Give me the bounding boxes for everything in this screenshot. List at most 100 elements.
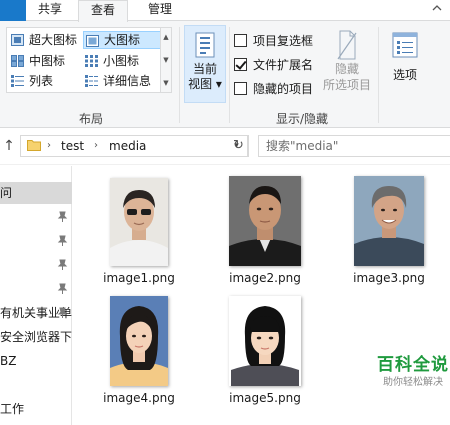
breadcrumb-chevron-icon[interactable]: › bbox=[47, 136, 51, 156]
nav-item-label: 工作 bbox=[0, 402, 25, 416]
file-extensions-toggle[interactable]: 文件扩展名 bbox=[234, 55, 313, 75]
layout-gallery: 超大图标 大图标 中图标 小图标 列表 详细信息 ▲ ▼ ▼ bbox=[6, 27, 172, 93]
hide-selected-label-2: 所选项目 bbox=[322, 78, 371, 92]
medium-icons-icon bbox=[11, 55, 24, 67]
checkbox-file-extensions[interactable] bbox=[234, 58, 247, 71]
current-view-button[interactable]: 当前 视图 ▾ bbox=[184, 25, 226, 103]
address-bar[interactable]: › test › media ▾ bbox=[20, 135, 248, 157]
image-thumbnail bbox=[110, 178, 168, 266]
watermark-logo: 百科全说 助你轻松解决 bbox=[373, 354, 450, 390]
pin-icon[interactable] bbox=[57, 307, 68, 319]
file-name: image3.png bbox=[353, 271, 425, 285]
nav-item[interactable]: 安全浏览器下载 bbox=[0, 326, 72, 348]
sort-by-icon bbox=[195, 32, 215, 58]
layout-details[interactable]: 详细信息 bbox=[83, 72, 161, 90]
nav-item[interactable] bbox=[0, 374, 72, 396]
item-checkboxes-toggle[interactable]: 项目复选框 bbox=[234, 31, 313, 51]
layout-label: 大图标 bbox=[104, 33, 141, 47]
nav-item[interactable]: BZ bbox=[0, 350, 72, 372]
layout-label: 超大图标 bbox=[29, 33, 78, 47]
nav-item[interactable] bbox=[0, 230, 72, 252]
watermark-subtitle: 助你轻松解决 bbox=[383, 377, 443, 388]
file-item[interactable]: image3.png bbox=[339, 174, 439, 285]
gallery-expand-icon[interactable]: ▼ bbox=[161, 78, 171, 88]
refresh-icon[interactable]: ↻ bbox=[229, 135, 249, 157]
layout-label: 中图标 bbox=[29, 54, 66, 68]
navigation-pane: 问 有机关事业单 安全浏览器下载 BZ 工作 bbox=[0, 166, 72, 425]
breadcrumb-media[interactable]: media bbox=[109, 136, 146, 156]
pin-icon[interactable] bbox=[57, 211, 68, 223]
portrait-photo-icon bbox=[354, 176, 424, 266]
hide-selected-label-1: 隐藏 bbox=[334, 62, 359, 76]
nav-item-label: 安全浏览器下载 bbox=[0, 330, 72, 344]
pin-icon[interactable] bbox=[57, 283, 68, 295]
portrait-photo-icon bbox=[229, 296, 301, 386]
file-item[interactable]: image2.png bbox=[215, 174, 315, 285]
options-button[interactable]: 选项 bbox=[384, 29, 426, 103]
layout-group-label: 布局 bbox=[78, 112, 103, 126]
pin-icon[interactable] bbox=[57, 259, 68, 271]
search-input[interactable] bbox=[259, 136, 447, 156]
ribbon-divider bbox=[378, 27, 379, 123]
ribbon-divider bbox=[179, 27, 180, 123]
scroll-down-icon[interactable]: ▼ bbox=[161, 55, 171, 65]
file-name: image5.png bbox=[229, 391, 301, 405]
breadcrumb-chevron-icon[interactable]: › bbox=[94, 136, 98, 156]
nav-item[interactable] bbox=[0, 278, 72, 300]
list-view-icon bbox=[11, 75, 24, 87]
ribbon-tab-bar: 共享 查看 管理 bbox=[0, 0, 450, 22]
file-name: image2.png bbox=[229, 271, 301, 285]
file-name: image1.png bbox=[103, 271, 175, 285]
checkbox-hidden-items[interactable] bbox=[234, 82, 247, 95]
file-list: image1.png image2.png image3.png image4.… bbox=[73, 166, 450, 425]
image-thumbnail bbox=[229, 296, 301, 386]
layout-extra-large-icons[interactable]: 超大图标 bbox=[9, 31, 83, 49]
large-icons-icon bbox=[86, 35, 99, 47]
scroll-up-icon[interactable]: ▲ bbox=[161, 32, 171, 42]
nav-item[interactable]: 有机关事业单 bbox=[0, 302, 72, 324]
portrait-photo-icon bbox=[110, 296, 168, 386]
nav-item[interactable]: 问 bbox=[0, 182, 72, 204]
tab-view[interactable]: 查看 bbox=[78, 0, 128, 22]
image-thumbnail bbox=[229, 176, 301, 266]
hide-selected-items-button[interactable]: 隐藏 所选项目 bbox=[320, 29, 374, 103]
checkbox-item-checkboxes[interactable] bbox=[234, 34, 247, 47]
file-item[interactable]: image4.png bbox=[89, 292, 189, 405]
file-item[interactable]: image1.png bbox=[89, 174, 189, 285]
tab-manage[interactable]: 管理 bbox=[138, 0, 182, 21]
layout-large-icons[interactable]: 大图标 bbox=[83, 31, 161, 49]
breadcrumb-test[interactable]: test bbox=[61, 136, 84, 156]
folder-options-icon bbox=[392, 32, 418, 58]
checkbox-label: 文件扩展名 bbox=[253, 58, 314, 72]
image-thumbnail bbox=[110, 296, 168, 386]
nav-item-label: 问 bbox=[0, 186, 13, 200]
pin-icon[interactable] bbox=[57, 235, 68, 247]
tab-file[interactable] bbox=[0, 0, 26, 21]
ribbon-collapse-chevron-icon[interactable] bbox=[430, 2, 444, 16]
options-label: 选项 bbox=[392, 68, 417, 82]
nav-item[interactable] bbox=[0, 206, 72, 228]
nav-item[interactable] bbox=[0, 254, 72, 276]
hidden-items-toggle[interactable]: 隐藏的项目 bbox=[234, 79, 313, 99]
layout-gallery-scroller[interactable]: ▲ ▼ ▼ bbox=[160, 28, 171, 92]
portrait-photo-icon bbox=[110, 178, 168, 266]
watermark-title: 百科全说 bbox=[377, 355, 449, 375]
checkbox-label: 项目复选框 bbox=[253, 34, 314, 48]
image-thumbnail bbox=[354, 176, 424, 266]
layout-list[interactable]: 列表 bbox=[9, 72, 83, 90]
ribbon-panel: 超大图标 大图标 中图标 小图标 列表 详细信息 ▲ ▼ ▼ 布局 当前 视图 … bbox=[0, 21, 450, 128]
layout-label: 小图标 bbox=[103, 54, 140, 68]
current-view-label-1: 当前 bbox=[192, 62, 217, 76]
search-box[interactable] bbox=[258, 135, 450, 157]
address-toolbar: ↑ › test › media ▾ ↻ bbox=[0, 129, 450, 165]
up-arrow-icon[interactable]: ↑ bbox=[2, 137, 16, 155]
current-view-label-2: 视图 ▾ bbox=[188, 77, 222, 91]
layout-small-icons[interactable]: 小图标 bbox=[83, 52, 161, 70]
show-hide-group-label: 显示/隐藏 bbox=[275, 112, 329, 126]
file-item[interactable]: image5.png bbox=[215, 292, 315, 405]
nav-item[interactable]: 工作 bbox=[0, 398, 72, 420]
current-view-label-2-text: 视图 bbox=[188, 77, 213, 91]
file-name: image4.png bbox=[103, 391, 175, 405]
layout-medium-icons[interactable]: 中图标 bbox=[9, 52, 83, 70]
tab-share[interactable]: 共享 bbox=[30, 0, 70, 21]
